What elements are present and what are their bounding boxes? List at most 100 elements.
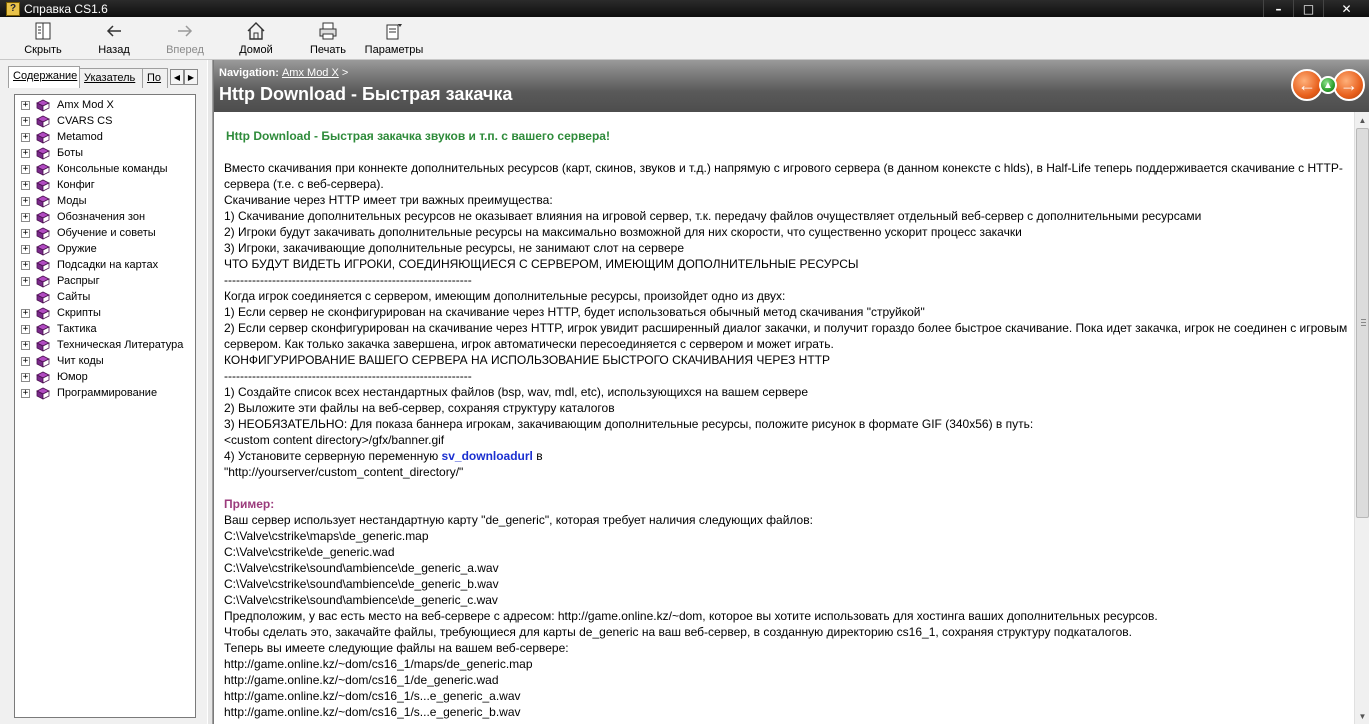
- tree-spacer: [21, 292, 30, 302]
- expand-plus-icon[interactable]: +: [21, 308, 30, 318]
- expand-plus-icon[interactable]: +: [21, 276, 30, 286]
- back-button[interactable]: Назад: [78, 19, 150, 59]
- article-line: 2) Если сервер сконфигурирован на скачив…: [224, 321, 1348, 351]
- expand-plus-icon[interactable]: +: [21, 228, 30, 238]
- tree-item-label: Боты: [57, 147, 84, 159]
- closed-book-icon: [36, 227, 50, 240]
- expand-plus-icon[interactable]: +: [21, 260, 30, 270]
- pane-tabs: Содержание Указатель По: [8, 66, 168, 89]
- article-line: Скачивание через HTTP имеет три важных п…: [224, 193, 553, 207]
- article-line: C:\Valve\cstrike\sound\ambience\de_gener…: [224, 593, 498, 607]
- options-button[interactable]: Параметры: [364, 19, 424, 59]
- home-icon: [247, 22, 265, 40]
- article-body: Http Download - Быстрая закачка звуков и…: [224, 128, 1349, 724]
- article-line: Когда игрок соединяется с сервером, имею…: [224, 289, 786, 303]
- tree-item[interactable]: + CVARS CS: [15, 113, 195, 129]
- expand-plus-icon[interactable]: +: [21, 356, 30, 366]
- article-line: C:\Valve\cstrike\sound\ambience\de_gener…: [224, 577, 499, 591]
- tree-item[interactable]: + Тактика: [15, 321, 195, 337]
- tree-item[interactable]: + Оружие: [15, 241, 195, 257]
- tree-item[interactable]: + Обозначения зон: [15, 209, 195, 225]
- tree-item[interactable]: Сайты: [15, 289, 195, 305]
- page-title: Http Download - Быстрая закачка: [219, 84, 513, 104]
- tree-item[interactable]: + Распрыг: [15, 273, 195, 289]
- back-label: Назад: [98, 44, 130, 56]
- home-button[interactable]: Домой: [220, 19, 292, 59]
- tab-index[interactable]: Указатель: [79, 68, 143, 88]
- hide-button[interactable]: Скрыть: [18, 19, 68, 59]
- closed-book-icon: [36, 99, 50, 112]
- expand-plus-icon[interactable]: +: [21, 372, 30, 382]
- article-line: 2) Выложите эти файлы на веб-сервер, сох…: [224, 401, 615, 415]
- tree-item[interactable]: + Скрипты: [15, 305, 195, 321]
- article-section-intro: Вместо скачивания при коннекте дополните…: [224, 160, 1349, 448]
- tree-item-label: Чит коды: [57, 355, 104, 367]
- expand-plus-icon[interactable]: +: [21, 244, 30, 254]
- vertical-scrollbar[interactable]: ▲ ▼: [1354, 112, 1369, 724]
- tree-item[interactable]: + Обучение и советы: [15, 225, 195, 241]
- tree-item[interactable]: + Программирование: [15, 385, 195, 401]
- tree-item[interactable]: + Metamod: [15, 129, 195, 145]
- expand-plus-icon[interactable]: +: [21, 180, 30, 190]
- article-step-4: 4) Установите серверную переменную sv_do…: [224, 448, 1349, 464]
- content-pane: Navigation: Amx Mod X > Http Download - …: [213, 60, 1369, 724]
- top-of-page-icon[interactable]: ▲: [1319, 76, 1337, 94]
- tree-item[interactable]: + Подсадки на картах: [15, 257, 195, 273]
- expand-plus-icon[interactable]: +: [21, 212, 30, 222]
- scroll-down-icon[interactable]: ▼: [1355, 708, 1369, 724]
- navigation-pane: Содержание Указатель По ◀ ▶ + Amx Mod X + C…: [0, 60, 207, 724]
- tree-item[interactable]: + Консольные команды: [15, 161, 195, 177]
- tab-search[interactable]: По: [142, 68, 168, 88]
- article-line: http://game.online.kz/~dom/cs16_1/s...e_…: [224, 705, 521, 719]
- step4-suffix: в: [532, 449, 543, 463]
- tree-item-label: Распрыг: [57, 275, 100, 287]
- print-button[interactable]: Печать: [292, 19, 364, 59]
- topic-nav-buttons: ← ▲ →: [1291, 69, 1365, 101]
- tree-item[interactable]: + Юмор: [15, 369, 195, 385]
- tree-item[interactable]: + Боты: [15, 145, 195, 161]
- article-heading: Http Download - Быстрая закачка звуков и…: [226, 129, 610, 143]
- tree-item-label: Скрипты: [57, 307, 101, 319]
- breadcrumb-link-amx-mod-x[interactable]: Amx Mod X: [282, 67, 339, 79]
- hide-pane-icon: [35, 22, 51, 40]
- expand-plus-icon[interactable]: +: [21, 164, 30, 174]
- article-line: C:\Valve\cstrike\de_generic.wad: [224, 545, 395, 559]
- home-label: Домой: [239, 44, 273, 56]
- expand-plus-icon[interactable]: +: [21, 196, 30, 206]
- closed-book-icon: [36, 291, 50, 304]
- scroll-thumb[interactable]: [1356, 128, 1369, 518]
- toolbar: Скрыть Назад Вперед Домой Печать Парамет…: [0, 17, 1369, 60]
- tree-item[interactable]: + Amx Mod X: [15, 97, 195, 113]
- expand-plus-icon[interactable]: +: [21, 132, 30, 142]
- expand-plus-icon[interactable]: +: [21, 148, 30, 158]
- tree-item[interactable]: + Конфиг: [15, 177, 195, 193]
- expand-plus-icon[interactable]: +: [21, 388, 30, 398]
- minimize-icon[interactable]: –: [1263, 0, 1293, 17]
- tree-item-label: Консольные команды: [57, 163, 168, 175]
- tree-item-label: Обозначения зон: [57, 211, 146, 223]
- article-line: 3) НЕОБЯЗАТЕЛЬНО: Для показа баннера игр…: [224, 417, 1034, 431]
- expand-plus-icon[interactable]: +: [21, 100, 30, 110]
- article-section-example: Ваш сервер использует нестандартную карт…: [224, 512, 1349, 720]
- tree-item[interactable]: + Чит коды: [15, 353, 195, 369]
- hide-label: Скрыть: [24, 44, 62, 56]
- scroll-up-icon[interactable]: ▲: [1355, 112, 1369, 128]
- closed-book-icon: [36, 259, 50, 272]
- tree-item[interactable]: + Техническая Литература: [15, 337, 195, 353]
- tree-item[interactable]: + Моды: [15, 193, 195, 209]
- article-line: Вместо скачивания при коннекте дополните…: [224, 161, 1343, 191]
- expand-plus-icon[interactable]: +: [21, 340, 30, 350]
- expand-plus-icon[interactable]: +: [21, 116, 30, 126]
- next-topic-icon[interactable]: →: [1333, 69, 1365, 101]
- close-icon[interactable]: ✕: [1323, 0, 1369, 17]
- closed-book-icon: [36, 275, 50, 288]
- tab-scroll-right-icon[interactable]: ▶: [184, 69, 198, 85]
- article-line: 1) Создайте список всех нестандартных фа…: [224, 385, 809, 399]
- article-line: 2) Игроки будут закачивать дополнительны…: [224, 225, 1022, 239]
- tab-scroll-buttons: ◀ ▶: [170, 69, 198, 85]
- forward-button[interactable]: Вперед: [150, 19, 220, 59]
- maximize-icon[interactable]: □: [1293, 0, 1323, 17]
- tab-scroll-left-icon[interactable]: ◀: [170, 69, 184, 85]
- expand-plus-icon[interactable]: +: [21, 324, 30, 334]
- tab-contents[interactable]: Содержание: [8, 66, 80, 88]
